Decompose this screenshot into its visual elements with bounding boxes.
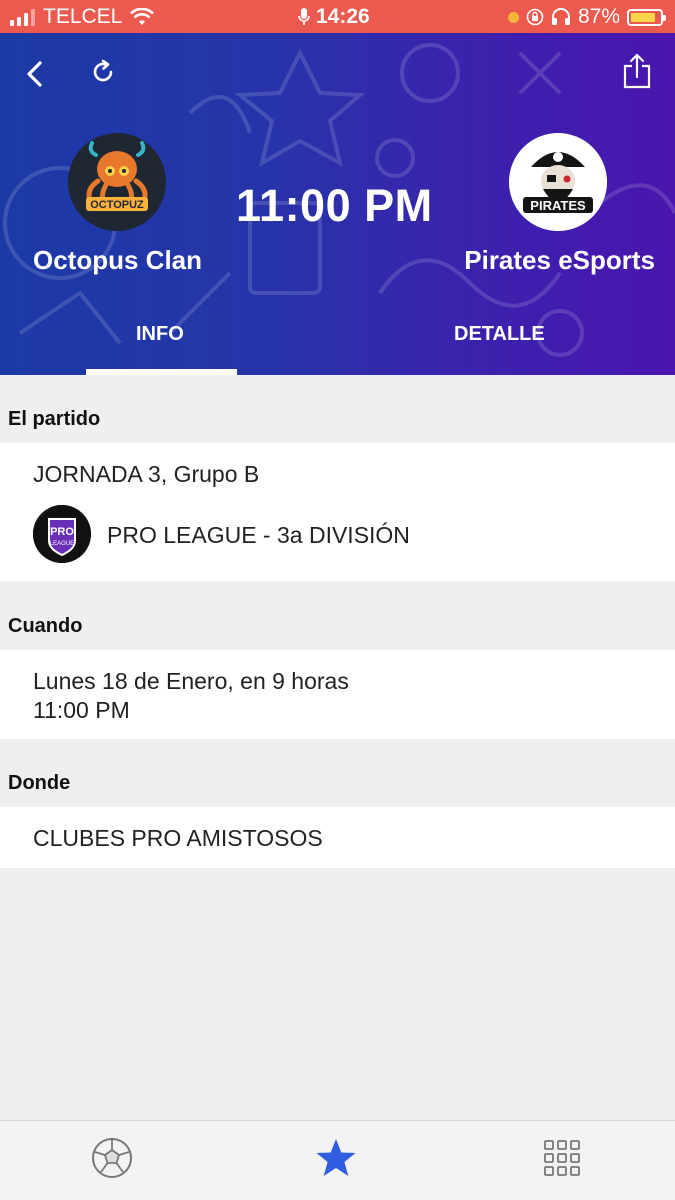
match-round: JORNADA 3, Grupo B	[33, 461, 260, 487]
headphones-icon	[551, 8, 570, 25]
pro-league-logo[interactable]: PRO LEAGUE	[33, 505, 91, 563]
carrier-label: TELCEL	[43, 5, 123, 28]
share-icon[interactable]	[622, 53, 652, 89]
pirates-esports-logo: PIRATES	[509, 133, 607, 231]
battery-percent: 87%	[577, 5, 620, 28]
section-title-donde: Donde	[8, 772, 71, 794]
active-tab-indicator	[86, 369, 237, 375]
status-bar: TELCEL 14:26 87%	[0, 0, 675, 33]
clock: 14:26	[316, 5, 370, 28]
microphone-icon	[298, 8, 310, 25]
league-logo-text-league: LEAGUE	[50, 541, 74, 547]
section-title-cuando: Cuando	[8, 615, 83, 637]
battery-icon	[627, 8, 666, 26]
bottom-navigation	[0, 1120, 675, 1200]
active-dot-icon	[507, 11, 519, 23]
back-icon[interactable]	[24, 61, 44, 87]
svg-text:PIRATES: PIRATES	[530, 198, 586, 213]
league-logo-text-pro: PRO	[50, 526, 74, 538]
tab-info[interactable]: INFO	[136, 323, 184, 346]
signal-icon	[10, 8, 35, 26]
league-name[interactable]: PRO LEAGUE - 3a DIVISIÓN	[107, 522, 410, 549]
reload-icon[interactable]	[90, 59, 116, 85]
home-team-name: Octopus Clan	[33, 245, 203, 275]
section-title-partido: El partido	[8, 408, 101, 430]
svg-text:OCTOPUZ: OCTOPUZ	[90, 199, 144, 211]
venue-name: CLUBES PRO AMISTOSOS	[33, 825, 323, 851]
grid-icon[interactable]	[541, 1137, 583, 1179]
rotation-lock-icon	[526, 8, 544, 26]
match-hour: 11:00 PM	[33, 697, 130, 723]
tab-detalle[interactable]: DETALLE	[454, 323, 545, 346]
match-time: 11:00 PM	[236, 180, 433, 231]
star-icon[interactable]	[315, 1137, 357, 1179]
wifi-icon	[130, 8, 155, 25]
away-team-name: Pirates eSports	[464, 245, 655, 275]
soccer-ball-icon[interactable]	[91, 1137, 133, 1179]
match-header: OCTOPUZ Octopus Clan 11:00 PM PIRATES Pi…	[0, 33, 675, 375]
octopus-clan-logo: OCTOPUZ	[68, 133, 166, 231]
match-date: Lunes 18 de Enero, en 9 horas	[33, 668, 349, 694]
